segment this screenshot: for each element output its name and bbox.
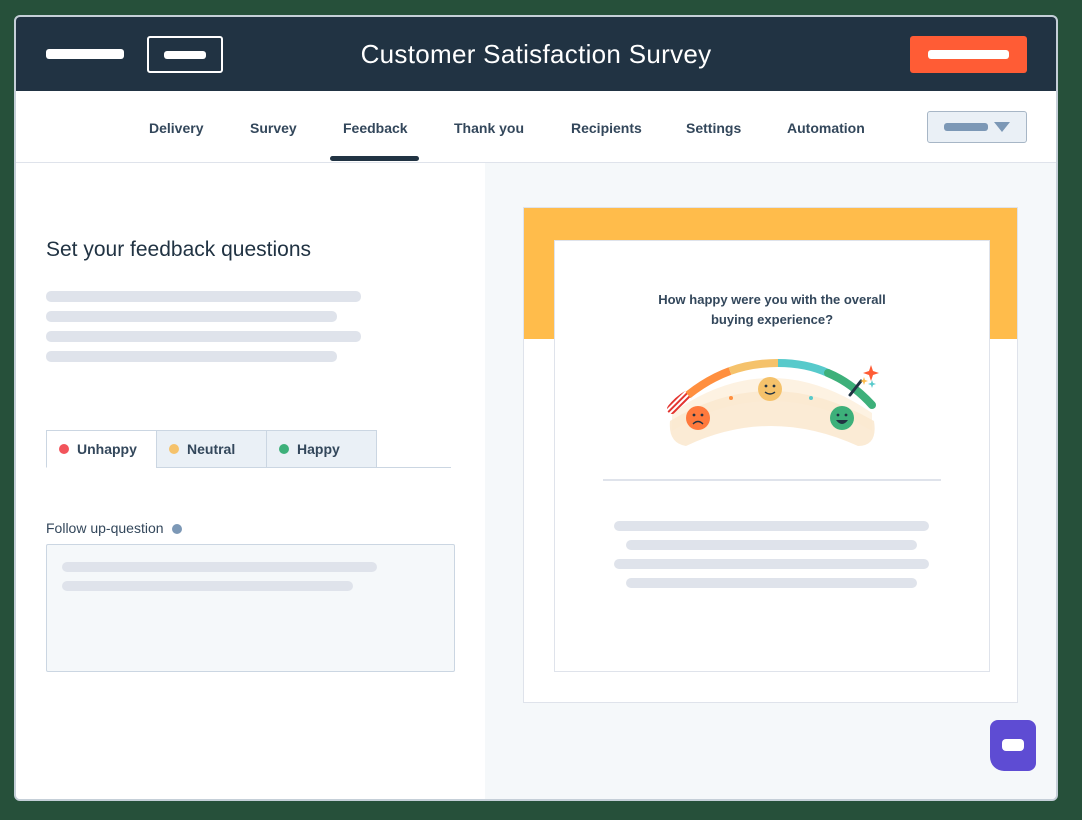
followup-label-text: Follow up-question (46, 520, 164, 536)
tab-bar: Delivery Survey Feedback Thank you Recip… (16, 91, 1056, 163)
preview-pane: How happy were you with the overall buyi… (485, 163, 1056, 799)
sparkle-icon (868, 380, 876, 388)
preview-placeholder-line (626, 578, 917, 588)
survey-question: How happy were you with the overall buyi… (555, 290, 989, 330)
sentiment-tab-neutral[interactable]: Neutral (156, 430, 267, 468)
happy-dot-icon (279, 444, 289, 454)
active-tab-indicator (330, 156, 419, 161)
grin-face-icon (830, 406, 854, 430)
actions-dropdown[interactable] (927, 111, 1027, 143)
help-icon[interactable] (171, 524, 182, 535)
smile-face-icon (758, 377, 782, 401)
tab-settings[interactable]: Settings (686, 120, 741, 136)
description-placeholder-line (46, 311, 337, 322)
neutral-dot-icon (169, 444, 179, 454)
gauge-segment-teal (777, 359, 830, 377)
tab-automation[interactable]: Automation (787, 120, 865, 136)
description-placeholder-line (46, 351, 337, 362)
description-placeholder-line (46, 291, 361, 302)
editor-pane: Set your feedback questions Unhappy Neut… (16, 163, 485, 799)
sentiment-tab-label: Happy (297, 441, 340, 457)
survey-question-text: How happy were you with the overall buyi… (658, 292, 886, 327)
primary-header-button[interactable] (910, 36, 1027, 73)
preview-placeholder-line (614, 559, 929, 569)
satisfaction-gauge (667, 359, 879, 446)
unhappy-dot-icon (59, 444, 69, 454)
sentiment-tab-happy[interactable]: Happy (266, 430, 377, 468)
sparkle-icon (860, 377, 868, 385)
followup-question-label: Follow up-question (46, 520, 182, 536)
input-placeholder-line (62, 562, 377, 572)
tab-survey[interactable]: Survey (250, 120, 297, 136)
sentiment-tab-label: Unhappy (77, 441, 137, 457)
preview-divider (603, 479, 941, 481)
preview-content: How happy were you with the overall buyi… (554, 240, 990, 672)
description-placeholder-line (46, 331, 361, 342)
dropdown-label-placeholder (944, 123, 988, 131)
caret-down-icon (994, 122, 1010, 132)
gauge-dot (729, 396, 733, 400)
followup-question-input[interactable] (46, 544, 455, 672)
tab-recipients[interactable]: Recipients (571, 120, 642, 136)
app-window: Customer Satisfaction Survey Delivery Su… (14, 15, 1058, 801)
primary-button-label-placeholder (928, 50, 1009, 59)
sentiment-tabs: Unhappy Neutral Happy (46, 430, 451, 468)
tab-feedback[interactable]: Feedback (343, 120, 408, 136)
top-bar: Customer Satisfaction Survey (16, 17, 1056, 91)
input-placeholder-line (62, 581, 353, 591)
sad-face-icon (686, 406, 710, 430)
gauge-dot (809, 396, 813, 400)
email-preview-card: How happy were you with the overall buyi… (523, 207, 1018, 703)
preview-placeholder-line (626, 540, 917, 550)
sentiment-tab-unhappy[interactable]: Unhappy (46, 430, 157, 468)
chat-bubble-icon (1002, 739, 1024, 751)
sparkle-icon (863, 365, 879, 381)
page-title: Customer Satisfaction Survey (360, 39, 712, 69)
chat-launcher-button[interactable] (990, 720, 1036, 771)
tab-delivery[interactable]: Delivery (149, 120, 203, 136)
sentiment-tab-label: Neutral (187, 441, 236, 457)
gauge-segment-yellow (728, 359, 779, 375)
preview-placeholder-line (614, 521, 929, 531)
tab-thank-you[interactable]: Thank you (454, 120, 524, 136)
section-title: Set your feedback questions (46, 238, 312, 261)
